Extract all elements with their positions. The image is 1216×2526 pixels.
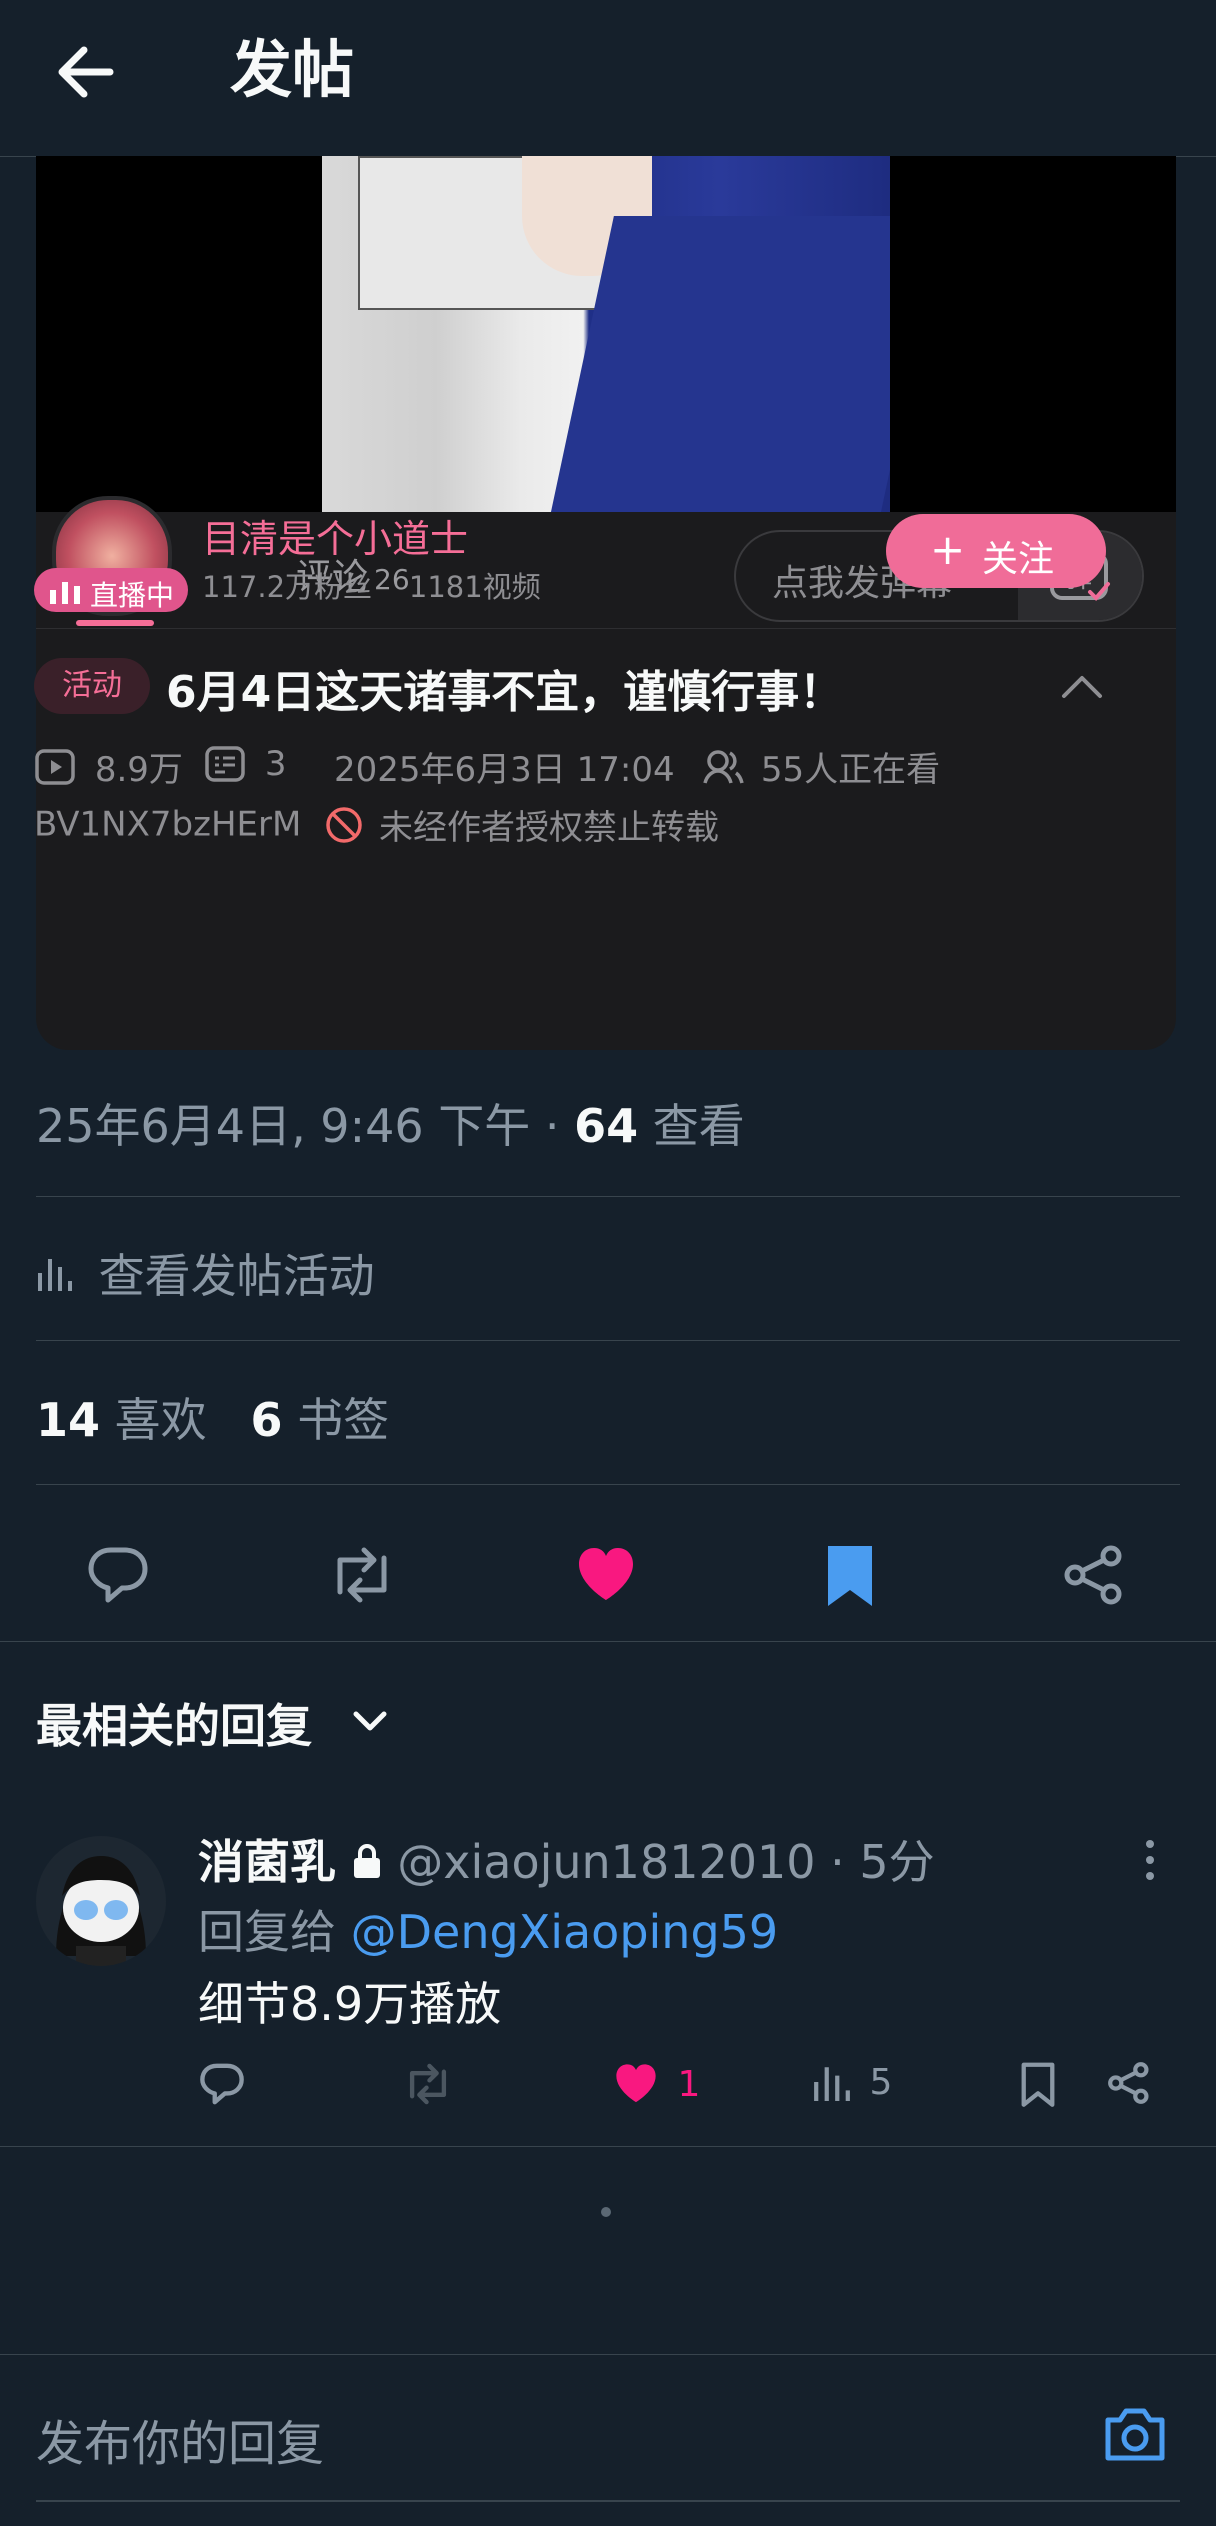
danmaku-count: 3	[264, 743, 287, 784]
heart-filled-icon	[616, 2064, 656, 2103]
bookmarks-stat[interactable]: 6 书签	[251, 1393, 390, 1447]
post-action-bar	[0, 1510, 1216, 1642]
divider	[36, 1340, 1180, 1341]
bookmarks-label: 书签	[282, 1393, 390, 1447]
reply-header: 消菌乳 @xiaojun1812010 · 5分	[198, 1826, 935, 1892]
divider	[36, 1484, 1180, 1485]
share-icon	[1108, 2062, 1149, 2104]
like-button[interactable]	[540, 1510, 672, 1642]
forbidden-icon	[326, 806, 362, 843]
activity-tag[interactable]: 活动	[34, 658, 150, 714]
reply-handle-time: @xiaojun1812010 · 5分	[397, 1835, 935, 1889]
reply-share-button[interactable]	[1106, 2060, 1152, 2116]
repost-icon	[337, 1547, 387, 1603]
post-timestamp: 25年6月4日, 9:46 下午 · 64 查看	[36, 1090, 745, 1156]
engagement-stats: 14 喜欢 6 书签	[36, 1384, 389, 1450]
uploader-stats: 117.2万粉丝 1181视频	[202, 570, 541, 604]
bookmarks-count: 6	[250, 1393, 283, 1447]
likes-stat[interactable]: 14 喜欢	[36, 1393, 207, 1447]
reply-like-count: 1	[677, 2063, 701, 2105]
live-badge[interactable]: 直播中	[34, 568, 188, 612]
divider	[0, 1641, 1216, 1642]
reply-action-bar: 1 5	[198, 2060, 1178, 2116]
follow-button[interactable]: + 关注	[886, 514, 1106, 588]
heart-filled-icon	[579, 1548, 633, 1600]
reply-text: 细节8.9万播放	[198, 1977, 502, 2031]
post-activity-link[interactable]: 查看发帖活动	[36, 1240, 375, 1306]
reply-avatar[interactable]	[36, 1836, 166, 1966]
loading-dot	[601, 2207, 611, 2217]
reply-to-label: 回复给	[198, 1905, 351, 1959]
reply-like-button[interactable]: 1	[612, 2060, 700, 2116]
bookmark-icon	[1021, 2062, 1055, 2107]
repost-icon	[409, 2063, 447, 2105]
likes-count: 14	[36, 1393, 101, 1447]
video-title: 6月4日这天诸事不宜，谨慎行事！	[166, 667, 844, 718]
views-label: 查看	[638, 1099, 745, 1153]
page-title: 发帖	[230, 33, 355, 106]
top-bar	[0, 0, 1216, 157]
video-frame-image	[322, 156, 890, 512]
compose-underline	[36, 2500, 1180, 2502]
divider	[0, 2354, 1216, 2355]
video-player[interactable]	[36, 156, 1176, 512]
bvid: BV1NX7bzHErM	[34, 804, 302, 845]
live-bars-icon	[50, 582, 80, 604]
chevron-up-icon[interactable]	[1060, 672, 1104, 700]
bookmark-button[interactable]	[784, 1510, 916, 1642]
publish-date: 2025年6月3日 17:04	[334, 750, 675, 790]
video-meta: 8.9万 3 2025年6月3日 17:04 55人正在看	[34, 742, 1134, 790]
likes-label: 喜欢	[100, 1393, 207, 1447]
live-badge-label: 直播中	[90, 579, 175, 612]
share-button[interactable]	[1028, 1510, 1160, 1642]
reply-compose-input[interactable]: 发布你的回复	[36, 2404, 324, 2474]
bv-row: BV1NX7bzHErM 未经作者授权禁止转载	[34, 800, 719, 849]
replies-sort-label[interactable]: 最相关的回复	[36, 1690, 312, 1756]
divider	[36, 1196, 1180, 1197]
danmaku-count-icon	[205, 745, 245, 782]
analytics-icon	[38, 1259, 72, 1291]
reply-views-button[interactable]: 5	[812, 2060, 892, 2116]
viewers-icon	[703, 749, 744, 784]
share-icon	[1064, 1545, 1122, 1605]
reply-author-name[interactable]: 消菌乳	[198, 1835, 336, 1889]
uploader-name[interactable]: 目清是个小道士	[202, 508, 468, 563]
viewers-count: 55人正在看	[760, 750, 941, 790]
repost-button[interactable]	[296, 1510, 428, 1642]
post-activity-label: 查看发帖活动	[98, 1249, 375, 1303]
reply-to-user[interactable]: @DengXiaoping59	[351, 1905, 779, 1959]
reply-button[interactable]	[52, 1510, 184, 1642]
views-count: 64	[574, 1099, 639, 1153]
play-count: 8.9万	[94, 750, 183, 790]
copyright-notice: 未经作者授权禁止转载	[378, 808, 719, 848]
back-arrow-icon[interactable]	[50, 36, 122, 108]
post-datetime: 25年6月4日, 9:46 下午 ·	[36, 1099, 575, 1153]
reply-bookmark-button[interactable]	[1018, 2060, 1058, 2116]
comment-icon	[88, 1547, 148, 1603]
tab-active-indicator	[76, 620, 154, 626]
more-options-icon[interactable]	[1132, 1836, 1168, 1884]
plus-icon: +	[930, 525, 966, 574]
play-count-icon	[35, 748, 75, 785]
chevron-down-icon[interactable]	[350, 1704, 390, 1738]
reply-to-line: 回复给 @DengXiaoping59	[198, 1896, 778, 1962]
lock-icon	[353, 1844, 380, 1878]
reply-comment-button[interactable]	[198, 2060, 246, 2116]
divider	[0, 2146, 1216, 2147]
comment-icon	[200, 2063, 244, 2105]
camera-icon[interactable]	[1102, 2404, 1168, 2464]
reply-repost-button[interactable]	[402, 2060, 454, 2116]
bookmark-filled-icon	[828, 1546, 872, 1606]
analytics-icon	[814, 2067, 850, 2101]
reply-views-count: 5	[869, 2061, 893, 2103]
follow-label: 关注	[982, 539, 1055, 580]
